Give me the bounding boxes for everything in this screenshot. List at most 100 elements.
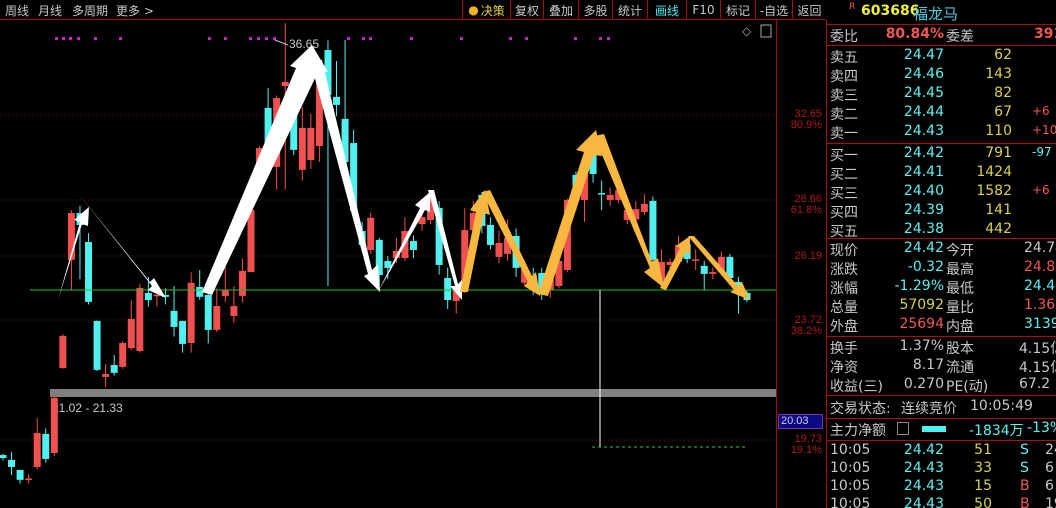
- change: +107: [1032, 123, 1056, 137]
- tick-price: 24.42: [903, 442, 944, 458]
- divider: [827, 143, 1056, 144]
- candle-down: [85, 241, 93, 302]
- axis-label: 32.65 80.9%: [790, 108, 822, 131]
- candle-up: [136, 287, 144, 352]
- label: 交易状态:: [830, 401, 891, 417]
- tick-volume: 15: [974, 478, 992, 494]
- tick-time: 10:05: [830, 496, 871, 508]
- candle-down: [144, 292, 152, 301]
- orange-trend-arrows: [460, 130, 750, 300]
- tick-row: 10:05 24.43 33 S 6: [827, 460, 1056, 479]
- order-ratio-row: 委比 80.84% 委差 3916: [827, 26, 1056, 45]
- value: 31398: [1024, 316, 1056, 332]
- volume: 791: [985, 145, 1012, 161]
- candle-up: [102, 373, 110, 377]
- value: 67.2: [1019, 376, 1051, 392]
- candle-up: [25, 478, 33, 480]
- label: 委差: [946, 29, 974, 45]
- arrow-annotation: [202, 45, 328, 295]
- value: 1.36: [1024, 297, 1056, 313]
- sell-order-row[interactable]: 卖二 24.44 67 +6: [827, 104, 1056, 123]
- value: 57092: [899, 297, 944, 313]
- candle-down: [409, 241, 417, 251]
- value: 0.270: [903, 376, 944, 392]
- candle-up: [640, 203, 648, 212]
- value: 8.17: [912, 357, 944, 373]
- divider: [827, 440, 1056, 441]
- tick-volume: 51: [974, 442, 992, 458]
- tick-side: S: [1020, 442, 1029, 458]
- label: 收益(三): [830, 379, 883, 395]
- price: 24.46: [903, 66, 944, 82]
- candle-down: [700, 265, 708, 274]
- tick-time: 10:05: [830, 478, 871, 494]
- sell-order-row[interactable]: 卖五 24.47 62: [827, 47, 1056, 66]
- candle-up: [230, 306, 238, 316]
- value: -1.29%: [894, 278, 944, 294]
- panel-toggle-icon[interactable]: [760, 24, 772, 38]
- sell-order-row[interactable]: 卖三 24.45 82: [827, 85, 1056, 104]
- sell-order-row[interactable]: 卖一 24.43 110 +107: [827, 123, 1056, 142]
- price: 24.44: [903, 104, 944, 120]
- price: 24.43: [903, 123, 944, 139]
- buy-order-row[interactable]: 买一 24.42 791 -97: [827, 145, 1056, 164]
- flow-value: -1834万: [969, 423, 1024, 439]
- level-label: 买二: [830, 167, 858, 183]
- buy-order-row[interactable]: 买四 24.39 141: [827, 202, 1056, 221]
- level-label: 买四: [830, 205, 858, 221]
- stock-code: 603686: [861, 3, 920, 19]
- price: 24.45: [903, 85, 944, 101]
- level-label: 买一: [830, 148, 858, 164]
- change: +6: [1032, 183, 1050, 197]
- candle-up: [692, 259, 700, 261]
- label: 今开: [946, 243, 974, 259]
- price: 24.40: [903, 183, 944, 199]
- status-time: 10:05:49: [970, 398, 1033, 414]
- volume: 442: [985, 221, 1012, 237]
- buy-order-row[interactable]: 买三 24.40 1582 +6: [827, 183, 1056, 202]
- tick-side: B: [1020, 478, 1030, 494]
- label: 换手: [830, 341, 858, 357]
- label: 外盘: [830, 319, 858, 335]
- volume: 143: [985, 66, 1012, 82]
- candlestick-chart[interactable]: 21.02 - 21.33 36.65 ◇: [0, 0, 776, 508]
- tick-row: 10:05 24.43 50 B 19: [827, 496, 1056, 508]
- candle-up: [33, 432, 41, 467]
- arrow-annotation: [538, 130, 602, 296]
- candle-up: [187, 282, 195, 343]
- candle-down: [649, 200, 657, 260]
- tick-side: S: [1020, 460, 1029, 476]
- stat-row: 总量 57092 量比 1.36: [827, 297, 1056, 316]
- price: 24.38: [903, 221, 944, 237]
- value: 24.74: [1024, 240, 1056, 256]
- tick-price: 24.43: [903, 496, 944, 508]
- buy-order-row[interactable]: 买二 24.41 1424: [827, 164, 1056, 183]
- level-label: 卖三: [830, 88, 858, 104]
- stat-row: 外盘 25694内盘 31398: [827, 316, 1056, 335]
- label: 内盘: [946, 319, 974, 335]
- candle-up: [247, 210, 255, 273]
- candle-down: [170, 310, 178, 327]
- value: 24.42: [903, 240, 944, 256]
- level-label: 卖二: [830, 107, 858, 123]
- trade-status: 连续竞价: [901, 401, 957, 417]
- divider: [827, 395, 1056, 396]
- diamond-icon[interactable]: ◇: [742, 24, 752, 38]
- tick-row: 10:05 24.42 51 S 24: [827, 442, 1056, 461]
- level-label: 卖五: [830, 50, 858, 66]
- list-icon[interactable]: [897, 422, 909, 435]
- back-button[interactable]: 返回: [792, 0, 826, 20]
- sell-order-row[interactable]: 卖四 24.46 143: [827, 66, 1056, 85]
- price-axis: 32.65 80.9% 28.66 61.8% 26.19 23.72 38.2% 2…: [776, 20, 827, 508]
- candle-up: [50, 397, 58, 453]
- flow-bar: [922, 426, 946, 432]
- label: 涨幅: [830, 281, 858, 297]
- fund-row: 换手 1.37%股本 4.15亿: [827, 338, 1056, 357]
- candle-down: [93, 320, 101, 370]
- divider: [827, 336, 1056, 337]
- current-price-box: 20.03: [778, 414, 823, 429]
- candle-up: [606, 194, 614, 200]
- candle-down: [333, 96, 341, 105]
- label: PE(动): [946, 379, 989, 395]
- value: -0.32: [907, 259, 944, 275]
